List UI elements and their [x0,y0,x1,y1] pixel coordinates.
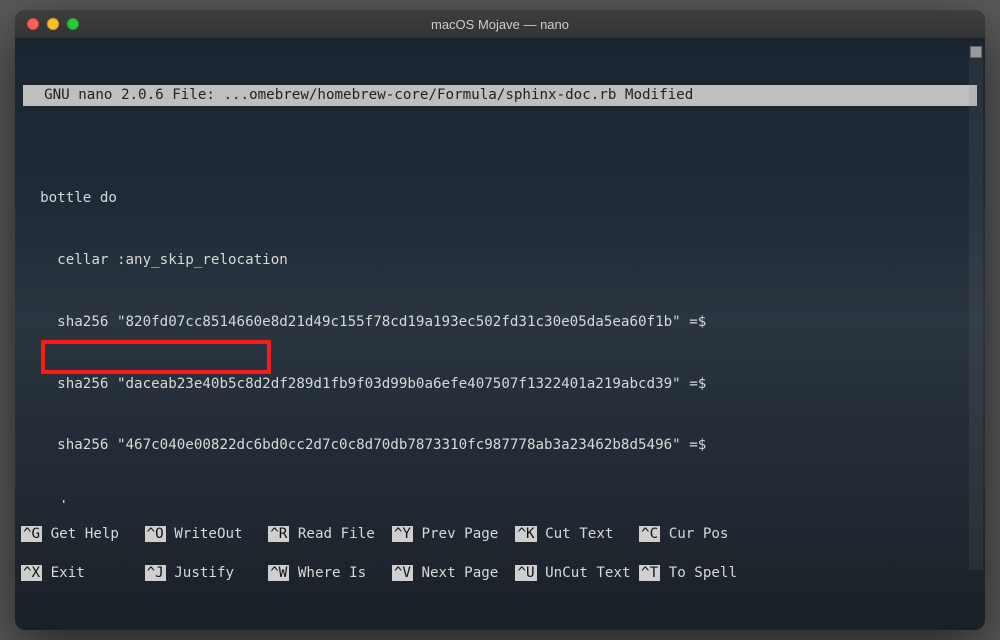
shortcut-key[interactable]: ^X [21,565,42,581]
code-line: end [23,497,977,503]
code-line: sha256 "467c040e00822dc6bd0cc2d7c0c8d70d… [23,435,977,456]
code-line: sha256 "daceab23e40b5c8d2df289d1fb9f03d9… [23,374,977,395]
shortcut-label: Justify [174,565,234,581]
scrollbar[interactable] [969,46,983,570]
shortcut-label: Where Is [298,565,366,581]
shortcut-key[interactable]: ^C [639,526,660,542]
shortcut-key[interactable]: ^V [392,565,413,581]
shortcut-label: Cut Text [545,526,613,542]
code-line: cellar :any_skip_relocation [23,250,977,271]
shortcut-key[interactable]: ^J [145,565,166,581]
shortcut-key[interactable]: ^R [268,526,289,542]
titlebar[interactable]: macOS Mojave — nano [15,10,985,38]
close-icon[interactable] [27,18,39,30]
shortcut-label: Read File [298,526,375,542]
shortcut-label: Next Page [421,565,498,581]
shortcut-key[interactable]: ^Y [392,526,413,542]
shortcut-label: WriteOut [174,526,242,542]
shortcut-label: UnCut Text [545,565,630,581]
nano-status-bar: GNU nano 2.0.6 File: ...omebrew/homebrew… [23,85,977,106]
terminal-window: macOS Mojave — nano GNU nano 2.0.6 File:… [15,10,985,630]
terminal-viewport[interactable]: GNU nano 2.0.6 File: ...omebrew/homebrew… [15,38,985,503]
nano-shortcut-bar: ^G Get Help ^O WriteOut ^R Read File ^Y … [15,503,985,630]
window-title: macOS Mojave — nano [15,17,985,32]
shortcut-key[interactable]: ^G [21,526,42,542]
shortcut-key[interactable]: ^T [639,565,660,581]
annotation-highlight [41,340,271,374]
shortcut-label: Prev Page [421,526,498,542]
minimize-icon[interactable] [47,18,59,30]
shortcut-label: Get Help [51,526,119,542]
shortcut-label: To Spell [669,565,737,581]
code-line: sha256 "820fd07cc8514660e8d21d49c155f78c… [23,312,977,333]
shortcut-key[interactable]: ^U [515,565,536,581]
shortcut-label: Exit [51,565,85,581]
shortcut-key[interactable]: ^W [268,565,289,581]
zoom-icon[interactable] [67,18,79,30]
shortcut-key[interactable]: ^K [515,526,536,542]
shortcut-label: Cur Pos [669,526,729,542]
traffic-lights [15,18,79,30]
code-line: bottle do [23,188,977,209]
scrollbar-thumb[interactable] [970,46,982,58]
shortcut-key[interactable]: ^O [145,526,166,542]
